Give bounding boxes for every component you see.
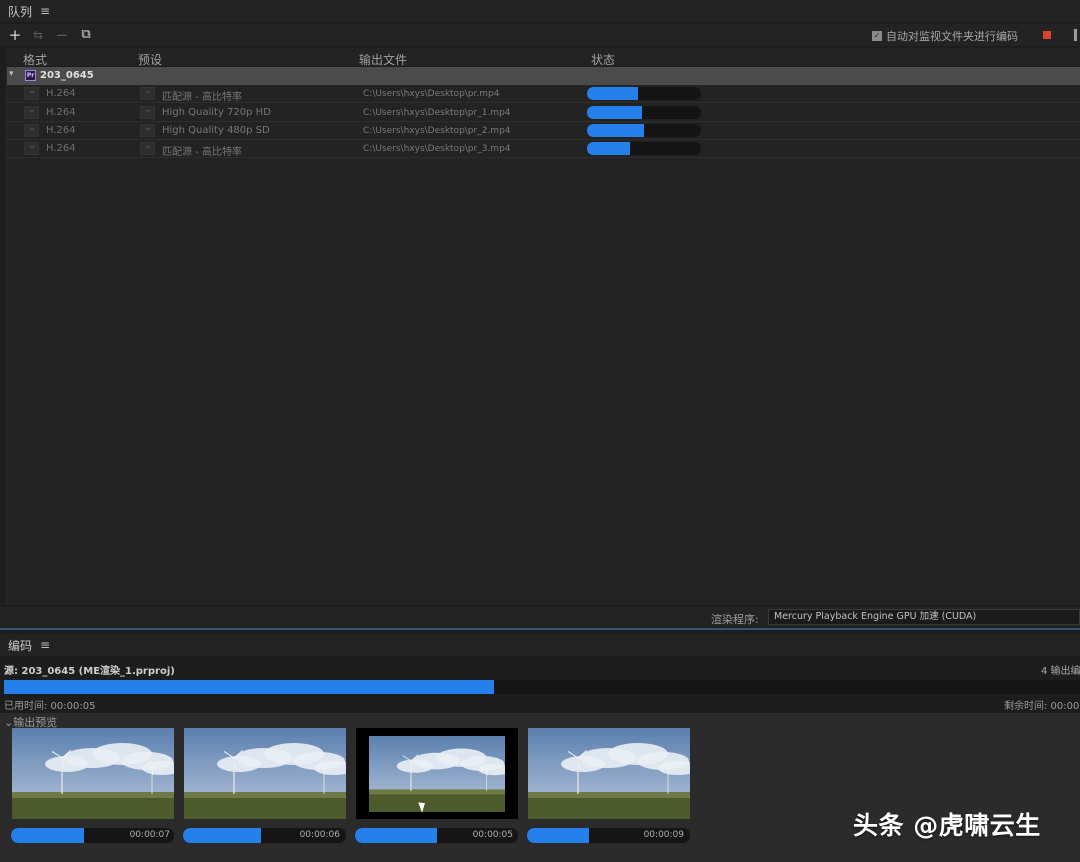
preview-time: 00:00:09 [643,830,684,840]
premiere-project-icon: Pr [25,70,36,81]
item-progress-bar [587,106,701,119]
checkbox-checked-icon[interactable]: ✓ [872,31,882,41]
preview-progress-fill [527,828,589,843]
watermark-text: 头条 @虎啸云生 [853,811,1041,840]
preview-time: 00:00:07 [129,830,170,840]
item-format: H.264 [46,107,76,118]
queue-panel-title: 队列 [8,4,33,19]
column-header-output[interactable]: 输出文件 [359,51,407,68]
item-progress-fill [587,142,631,155]
encoding-output-count: 4 输出编 [1041,666,1080,677]
item-output-file[interactable]: C:\Users\hxys\Desktop\pr.mp4 [363,89,499,99]
item-output-file[interactable]: C:\Users\hxys\Desktop\pr_2.mp4 [363,126,511,136]
format-dropdown[interactable] [24,124,39,137]
item-format: H.264 [46,125,76,136]
queue-column-headers: 格式 预设 输出文件 状态 [6,48,1080,68]
queue-item-row[interactable]: H.264 High Quality 720p HD C:\Users\hxys… [7,104,1080,122]
stop-queue-button[interactable] [1043,31,1051,39]
queue-menu-icon[interactable]: ≡ [40,4,50,18]
column-header-status[interactable]: 状态 [591,51,615,68]
item-format: H.264 [46,143,76,154]
auto-encode-checkbox[interactable]: ✓ 自动对监视文件夹进行编码 [872,28,1018,44]
item-preset[interactable]: High Quality 720p HD [162,107,271,118]
format-dropdown[interactable] [24,106,39,119]
item-progress-bar [587,87,701,100]
item-preset[interactable]: High Quality 480p SD [162,125,270,136]
queue-item-row[interactable]: H.264 匹配源 - 高比特率 C:\Users\hxys\Desktop\p… [7,85,1080,103]
queue-toolbar: + ⇆ − ⧉ ✓ 自动对监视文件夹进行编码 [0,24,1080,46]
format-dropdown[interactable] [24,142,39,155]
wind-turbine-image [369,736,505,812]
queue-group-row[interactable]: ▾ Pr 203_0645 [7,67,1080,85]
preset-dropdown[interactable] [140,124,155,137]
queue-item-row[interactable]: H.264 High Quality 480p SD C:\Users\hxys… [7,122,1080,140]
add-source-button[interactable]: + [6,26,24,44]
preset-dropdown[interactable] [140,106,155,119]
preset-dropdown[interactable] [140,87,155,100]
encoding-source: 源: 203_0645 (ME渲染_1.prproj) [4,666,175,677]
item-progress-fill [587,106,642,119]
column-header-preset[interactable]: 预设 [138,51,162,68]
renderer-bar: 渲染程序: Mercury Playback Engine GPU 加速 (CU… [0,607,1080,627]
queue-item-row[interactable]: H.264 匹配源 - 高比特率 C:\Users\hxys\Desktop\p… [7,140,1080,158]
preview-time: 00:00:05 [472,830,513,840]
preview-progress-fill [183,828,262,843]
queue-settings-icon[interactable]: ⇆ [29,26,47,44]
column-header-format[interactable]: 格式 [23,51,47,68]
preview-progress-fill [11,828,85,843]
pause-queue-button[interactable] [1074,29,1077,41]
item-preset[interactable]: 匹配源 - 高比特率 [162,143,242,158]
wind-turbine-image [528,728,690,819]
preview-progress-fill [355,828,437,843]
wind-turbine-image [12,728,174,819]
item-format: H.264 [46,88,76,99]
item-output-file[interactable]: C:\Users\hxys\Desktop\pr_3.mp4 [363,144,511,154]
item-progress-fill [587,87,639,100]
item-output-file[interactable]: C:\Users\hxys\Desktop\pr_1.mp4 [363,108,511,118]
remove-button[interactable]: − [53,26,71,44]
queue-panel-header: 队列 ≡ [0,0,1080,22]
item-progress-bar [587,124,701,137]
panel-divider[interactable] [0,628,1080,630]
output-preview-thumbnail [528,728,690,819]
elapsed-time: 已用时间: 00:00:05 [4,701,96,712]
queue-group-name: 203_0645 [40,70,94,81]
chevron-down-icon[interactable]: ▾ [9,69,14,79]
encoding-panel-header: 编码 ≡ [0,634,1080,656]
encoding-panel-title: 编码 [8,638,33,653]
queue-list: ▾ Pr 203_0645 H.264 匹配源 - 高比特率 C:\Users\… [6,67,1080,605]
item-progress-fill [587,124,644,137]
renderer-label: 渲染程序: [711,613,759,626]
preview-time: 00:00:06 [299,830,340,840]
format-dropdown[interactable] [24,87,39,100]
auto-encode-label: 自动对监视文件夹进行编码 [886,30,1018,43]
encoding-progress-bar [4,680,1080,694]
encoding-menu-icon[interactable]: ≡ [40,638,50,652]
encoding-progress-fill [4,680,494,694]
item-progress-bar [587,142,701,155]
output-preview-thumbnail [356,728,518,819]
output-preview-thumbnail [12,728,174,819]
duplicate-icon[interactable]: ⧉ [77,26,95,44]
preset-dropdown[interactable] [140,142,155,155]
renderer-select[interactable]: Mercury Playback Engine GPU 加速 (CUDA) [768,609,1080,625]
item-preset[interactable]: 匹配源 - 高比特率 [162,88,242,103]
remaining-time: 剩余时间: 00:00 [1004,701,1080,712]
wind-turbine-image [184,728,346,819]
output-preview-thumbnail [184,728,346,819]
